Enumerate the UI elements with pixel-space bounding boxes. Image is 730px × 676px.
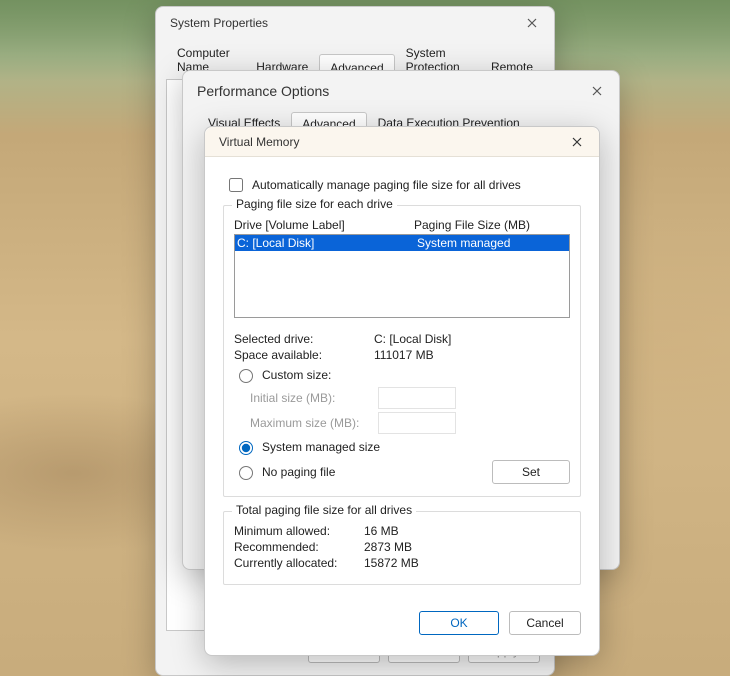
virtual-memory-dialog: Virtual Memory Automatically manage pagi… xyxy=(204,126,600,656)
custom-size-input[interactable] xyxy=(239,369,253,383)
drive-label: C: [Local Disk] xyxy=(235,235,415,251)
close-icon[interactable] xyxy=(563,128,591,156)
maximum-label: Maximum size (MB): xyxy=(250,416,370,430)
rec-k: Recommended: xyxy=(234,540,364,554)
maximum-size-row: Maximum size (MB): xyxy=(250,412,570,434)
rec-v: 2873 MB xyxy=(364,540,412,554)
system-managed-input[interactable] xyxy=(239,441,253,455)
auto-manage-label: Automatically manage paging file size fo… xyxy=(252,178,521,192)
set-button[interactable]: Set xyxy=(492,460,570,484)
space-v: 111017 MB xyxy=(374,348,434,362)
vm-cancel-button[interactable]: Cancel xyxy=(509,611,581,635)
close-icon[interactable] xyxy=(518,9,546,37)
drive-row[interactable]: C: [Local Disk] System managed xyxy=(235,235,569,251)
selected-drive-k: Selected drive: xyxy=(234,332,374,346)
size-header: Paging File Size (MB) xyxy=(414,218,530,232)
totals-group: Total paging file size for all drives Mi… xyxy=(223,511,581,585)
sp-title: System Properties xyxy=(170,16,518,30)
drive-size: System managed xyxy=(415,235,569,251)
cur-v: 15872 MB xyxy=(364,556,419,570)
cur-k: Currently allocated: xyxy=(234,556,364,570)
paging-size-group: Paging file size for each drive Drive [V… xyxy=(223,205,581,497)
system-managed-radio[interactable]: System managed size xyxy=(234,438,570,455)
no-paging-input[interactable] xyxy=(239,466,253,480)
sp-titlebar[interactable]: System Properties xyxy=(156,7,554,39)
po-titlebar[interactable]: Performance Options xyxy=(183,71,619,111)
selected-drive-v: C: [Local Disk] xyxy=(374,332,451,346)
close-icon[interactable] xyxy=(583,77,611,105)
custom-size-radio[interactable]: Custom size: xyxy=(234,366,570,383)
no-paging-radio[interactable]: No paging file xyxy=(234,463,335,480)
initial-size-input xyxy=(378,387,456,409)
vm-ok-button[interactable]: OK xyxy=(419,611,499,635)
po-title: Performance Options xyxy=(197,83,583,99)
drive-list[interactable]: C: [Local Disk] System managed xyxy=(234,234,570,318)
min-k: Minimum allowed: xyxy=(234,524,364,538)
auto-manage-input[interactable] xyxy=(229,178,243,192)
system-managed-label: System managed size xyxy=(262,440,380,454)
paging-group-title: Paging file size for each drive xyxy=(232,197,397,211)
custom-size-label: Custom size: xyxy=(262,368,331,382)
vm-titlebar[interactable]: Virtual Memory xyxy=(205,127,599,157)
initial-size-row: Initial size (MB): xyxy=(250,387,570,409)
vm-title: Virtual Memory xyxy=(219,135,563,149)
no-paging-label: No paging file xyxy=(262,465,335,479)
space-k: Space available: xyxy=(234,348,374,362)
min-v: 16 MB xyxy=(364,524,399,538)
drive-header: Drive [Volume Label] xyxy=(234,218,414,232)
initial-label: Initial size (MB): xyxy=(250,391,370,405)
maximum-size-input xyxy=(378,412,456,434)
totals-title: Total paging file size for all drives xyxy=(232,503,416,517)
auto-manage-checkbox[interactable]: Automatically manage paging file size fo… xyxy=(225,175,579,195)
